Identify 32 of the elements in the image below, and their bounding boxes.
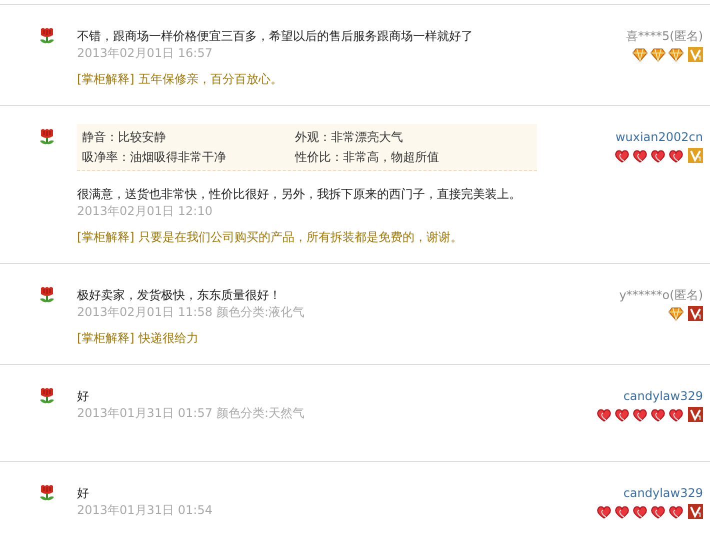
review-text: 好 (77, 388, 90, 405)
attribute-text: 外观：非常漂亮大气 (295, 129, 404, 146)
flower-icon (38, 387, 56, 405)
username-link[interactable]: wuxian2002cn (615, 128, 703, 146)
review-date: 2013年02月01日 12:10 (77, 204, 212, 218)
username-link[interactable]: 喜****5(匿名) (626, 27, 703, 45)
review-date: 2013年02月01日 16:57 (77, 46, 212, 60)
color-category: 颜色分类:液化气 (216, 305, 305, 319)
color-category: 颜色分类:天然气 (216, 406, 305, 420)
review-text: 极好卖家，发货极快，东东质量很好！ (77, 287, 282, 304)
reply-label: [掌柜解释] (77, 230, 134, 244)
review-date: 2013年01月31日 01:54 (77, 503, 212, 517)
attribute-text: 静音：比较安静 (82, 129, 167, 146)
flower-icon (38, 128, 56, 146)
username-link[interactable]: candylaw329 (623, 387, 703, 405)
reply-label: [掌柜解释] (77, 331, 134, 345)
attribute-text: 性价比：非常高，物超所值 (295, 149, 440, 166)
username-link[interactable]: candylaw329 (623, 484, 703, 502)
reply-text: 五年保修亲，百分百放心。 (138, 72, 282, 86)
review-text: 很满意，送货也非常快，性价比很好，另外，我拆下原来的西门子，直接完美装上。 (77, 186, 522, 203)
flower-icon (38, 286, 56, 304)
review-text: 不错，跟商场一样价格便宜三百多，希望以后的售后服务跟商场一样就好了 (77, 28, 474, 45)
reply-label: [掌柜解释] (77, 72, 134, 86)
flower-icon (38, 484, 56, 502)
flower-icon (38, 27, 56, 45)
review-date: 2013年01月31日 01:57 (77, 406, 212, 420)
reply-text: 只要是在我们公司购买的产品，所有拆装都是免费的，谢谢。 (138, 230, 462, 244)
review-text: 好 (77, 485, 90, 502)
review-date: 2013年02月01日 11:58 (77, 305, 212, 319)
username-link[interactable]: y******o(匿名) (619, 286, 703, 304)
attribute-text: 吸净率：油烟吸得非常干净 (82, 149, 227, 166)
reply-text: 快递很给力 (138, 331, 198, 345)
